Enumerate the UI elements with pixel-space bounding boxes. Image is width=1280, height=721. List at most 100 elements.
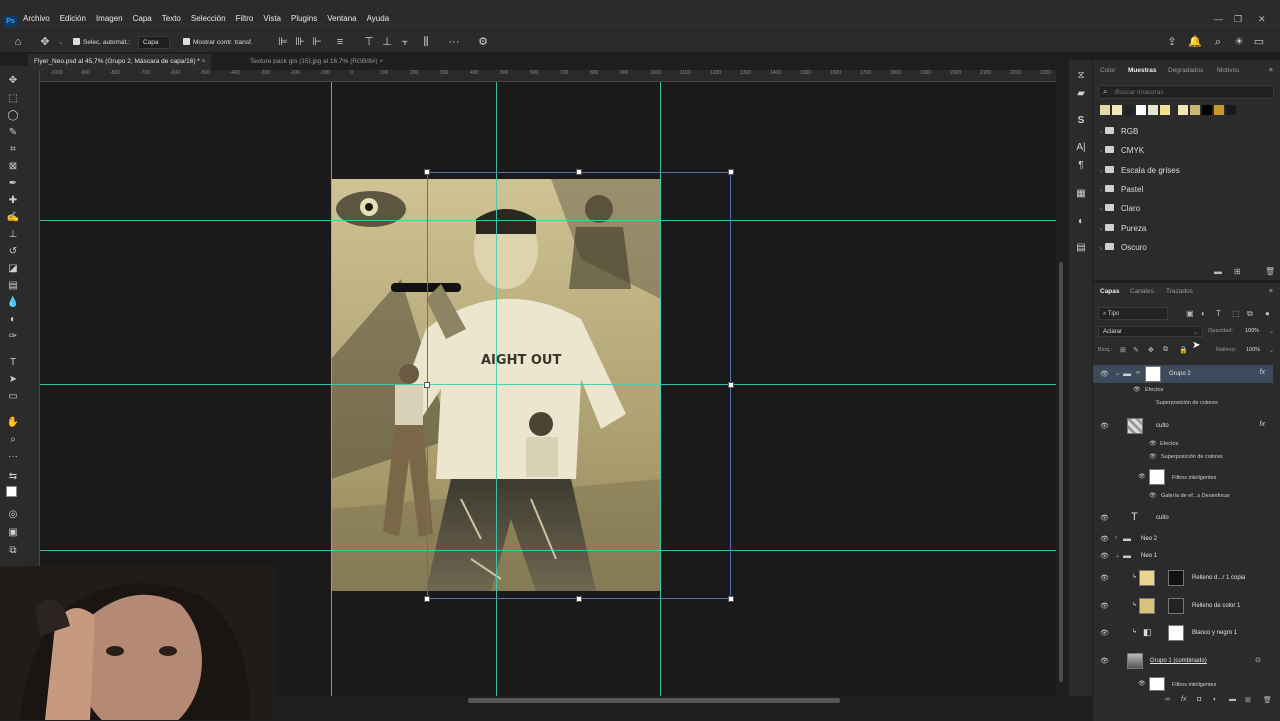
eye-icon[interactable]: 👁 <box>1149 440 1157 447</box>
swatch-chip[interactable] <box>1202 105 1212 115</box>
smart-filters-row[interactable]: 👁 Filtros inteligentes <box>1093 467 1273 487</box>
eye-icon[interactable]: 👁 <box>1100 514 1109 522</box>
libraries-icon[interactable]: ▦ <box>1075 188 1087 200</box>
comments-icon[interactable]: ▰ <box>1075 88 1087 100</box>
home-icon[interactable]: ⌂ <box>11 35 25 49</box>
fx-icon[interactable]: fx <box>1181 696 1186 703</box>
layer-row-relleno-1[interactable]: 👁 ↳ Relleno de color 1 <box>1093 596 1273 616</box>
filter-pixel-icon[interactable]: ▣ <box>1186 309 1194 318</box>
lock-all-icon[interactable]: 🔒 <box>1179 346 1188 354</box>
align-middle-icon[interactable]: ⊥ <box>380 35 394 49</box>
history-icon[interactable]: ⧖ <box>1075 70 1087 82</box>
lock-pixels-icon[interactable]: ✎ <box>1133 346 1139 354</box>
properties-icon[interactable]: ▤ <box>1075 242 1087 254</box>
swatch-group-cmyk[interactable]: › CMYK <box>1100 146 1144 160</box>
align-left-icon[interactable]: ⊫ <box>276 35 290 49</box>
tab-color[interactable]: Color <box>1100 67 1116 74</box>
chevron-right-icon[interactable]: › <box>1100 227 1102 233</box>
swatch-chip[interactable] <box>1148 105 1158 115</box>
eye-icon[interactable]: 👁 <box>1100 552 1109 560</box>
layer-row-relleno-copia[interactable]: 👁 ↳ Relleno d...r 1 copia <box>1093 568 1273 588</box>
swatch-group-claro[interactable]: › Claro <box>1100 204 1140 218</box>
swatch-group-rgb[interactable]: › RGB <box>1100 127 1138 141</box>
chevron-right-icon[interactable]: › <box>1115 535 1117 541</box>
paragraph-icon[interactable]: A| <box>1075 142 1087 154</box>
align-center-icon[interactable]: ⊪ <box>293 35 307 49</box>
eye-icon[interactable]: 👁 <box>1100 657 1109 665</box>
chevron-down-icon[interactable]: ⌄ <box>1269 347 1274 354</box>
filter-smart-object-icon[interactable]: ⧉ <box>1247 309 1253 319</box>
filter-blur-gallery-row[interactable]: 👁 Galería de ef...s Desenfocar <box>1093 490 1273 502</box>
transform-handle[interactable] <box>728 169 734 175</box>
shape-tool-icon[interactable]: ▭ <box>6 390 20 404</box>
layer-mask-thumbnail[interactable] <box>1145 366 1161 382</box>
path-select-icon[interactable]: ➤ <box>6 373 20 387</box>
bell-icon[interactable]: 🔔 <box>1188 35 1202 49</box>
screen-mode-icon[interactable]: ▣ <box>6 526 20 540</box>
quick-mask-icon[interactable]: ◎ <box>6 508 20 522</box>
eye-icon[interactable]: 👁 <box>1149 453 1157 460</box>
chevron-right-icon[interactable]: › <box>1100 130 1102 136</box>
dodge-tool-icon[interactable]: ◐ <box>6 313 20 327</box>
character-icon[interactable]: S <box>1075 115 1087 127</box>
distribute-icon[interactable]: ≡ <box>333 35 347 49</box>
adjustments-icon[interactable]: ◐ <box>1075 216 1087 228</box>
align-top-icon[interactable]: ⊤ <box>362 35 376 49</box>
eye-icon[interactable]: 👁 <box>1100 602 1109 610</box>
layer-mask-thumbnail[interactable] <box>1168 625 1184 641</box>
tab-channels[interactable]: Canales <box>1130 288 1154 295</box>
auto-select-dropdown[interactable]: Capa <box>138 36 170 49</box>
horizontal-scrollbar[interactable] <box>468 698 840 703</box>
transform-handle[interactable] <box>728 596 734 602</box>
crop-tool-icon[interactable]: ⌗ <box>6 143 20 157</box>
smart-filters-row[interactable]: 👁 Filtros inteligentes <box>1093 677 1273 691</box>
swatch-search[interactable]: ⌕ <box>1098 85 1274 99</box>
chevron-right-icon[interactable]: › <box>1100 207 1102 213</box>
menu-item-filtro[interactable]: Filtro <box>231 14 259 23</box>
workspace-icon[interactable]: ▭ <box>1252 35 1266 49</box>
history-brush-icon[interactable]: ↺ <box>6 245 20 259</box>
layer-effects-row[interactable]: 👁 Efectos <box>1093 438 1273 450</box>
filter-shape-icon[interactable]: ⬚ <box>1232 309 1240 318</box>
menu-item-edición[interactable]: Edición <box>55 14 91 23</box>
fx-icon[interactable]: fx <box>1260 421 1265 428</box>
auto-select-checkbox[interactable]: Selec. automát.: <box>73 38 130 46</box>
quick-select-tool-icon[interactable]: ✎ <box>6 126 20 140</box>
eye-icon[interactable]: 👁 <box>1133 386 1141 393</box>
gradient-tool-icon[interactable]: ▤ <box>6 279 20 293</box>
trash-icon[interactable]: 🗑 <box>1263 696 1272 704</box>
tab-patterns[interactable]: Motivos <box>1217 67 1239 74</box>
chevron-right-icon[interactable]: › <box>1100 169 1102 175</box>
effect-color-overlay-row[interactable]: Superposición de colores <box>1093 397 1273 409</box>
swatch-chip[interactable] <box>1190 105 1200 115</box>
eraser-tool-icon[interactable]: ◪ <box>6 262 20 276</box>
layer-thumbnail[interactable] <box>1127 418 1143 434</box>
restore-icon[interactable]: ❐ <box>1234 14 1242 25</box>
share-icon[interactable]: ⇪ <box>1165 35 1179 49</box>
chevron-down-icon[interactable]: ⌄ <box>1269 328 1274 335</box>
new-swatch-icon[interactable]: ⊞ <box>1234 267 1241 276</box>
chevron-down-icon[interactable]: ⌄ <box>1115 370 1120 377</box>
type-tool-icon[interactable]: T <box>6 356 20 370</box>
panel-menu-icon[interactable]: ≡ <box>1269 288 1273 295</box>
adjustment-icon[interactable]: ◐ <box>1213 696 1217 703</box>
layer-row-blanco-negro[interactable]: 👁 ↳ ◧ Blanco y negro 1 <box>1093 623 1273 643</box>
menu-item-plugins[interactable]: Plugins <box>286 14 322 23</box>
menu-item-selección[interactable]: Selección <box>186 14 231 23</box>
swatch-chip[interactable] <box>1178 105 1188 115</box>
eye-icon[interactable]: 👁 <box>1138 680 1146 687</box>
eye-icon[interactable]: 👁 <box>1100 629 1109 637</box>
layer-mask-thumbnail[interactable] <box>1168 598 1184 614</box>
swatch-group-pastel[interactable]: › Pastel <box>1100 184 1143 199</box>
eye-icon[interactable]: 👁 <box>1138 473 1146 480</box>
tab-paths[interactable]: Trazados <box>1166 288 1193 295</box>
pen-tool-icon[interactable]: ✑ <box>6 330 20 344</box>
chevron-right-icon[interactable]: › <box>1100 246 1102 252</box>
smart-filter-mask-thumbnail[interactable] <box>1149 677 1165 691</box>
add-mask-icon[interactable]: ◘ <box>1197 696 1201 703</box>
menu-item-ventana[interactable]: Ventana <box>322 14 361 23</box>
swatch-chip[interactable] <box>1226 105 1236 115</box>
swatch-chip[interactable] <box>1124 105 1134 115</box>
panel-menu-icon[interactable]: ≡ <box>1269 67 1273 74</box>
smart-filter-mask-thumbnail[interactable] <box>1149 469 1165 485</box>
